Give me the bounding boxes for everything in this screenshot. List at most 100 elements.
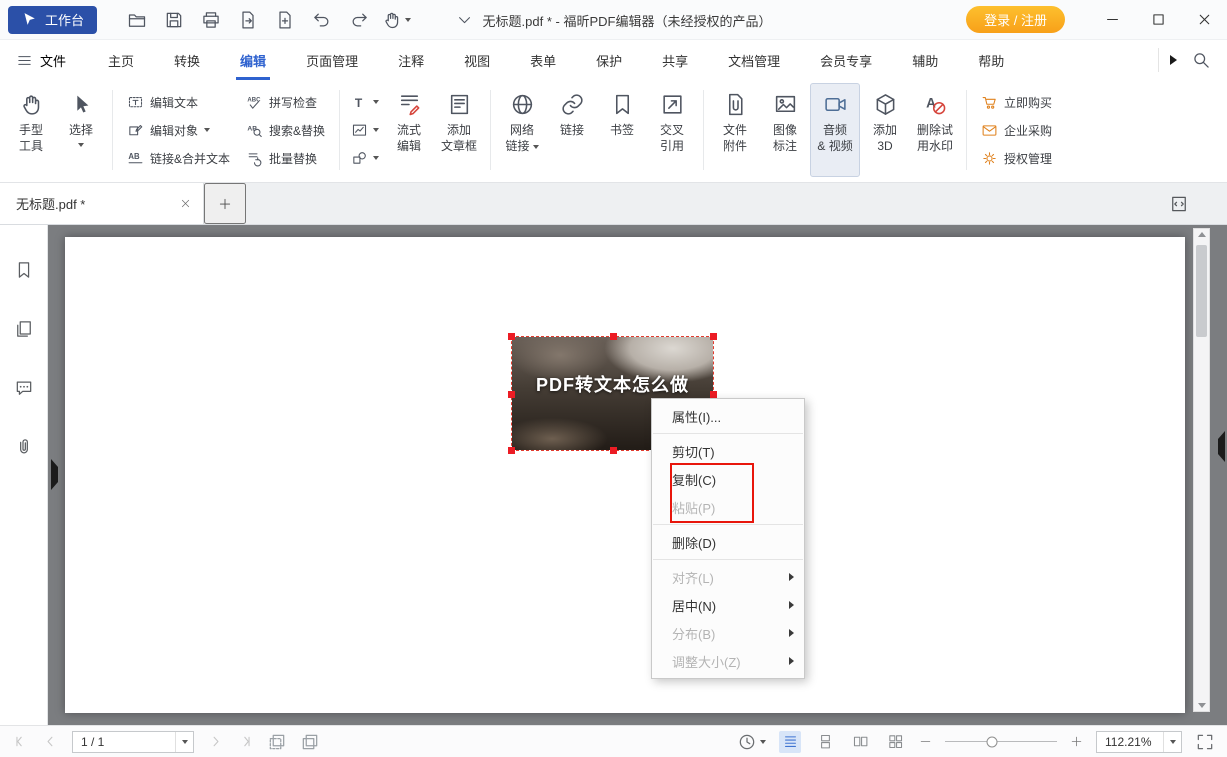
- hand-pan-button[interactable]: [380, 5, 413, 35]
- add-text-tool-button[interactable]: T: [349, 89, 381, 116]
- auto-scroll-button[interactable]: [737, 732, 766, 752]
- tab-accessibility[interactable]: 辅助: [892, 40, 958, 80]
- edit-text-button[interactable]: 编辑文本: [123, 89, 234, 116]
- save-button[interactable]: [158, 5, 190, 35]
- resize-handle-left[interactable]: [508, 391, 515, 398]
- continuous-view-button[interactable]: [779, 731, 801, 753]
- quick-tools-chevron-icon[interactable]: [456, 12, 473, 29]
- tab-member-exclusive[interactable]: 会员专享: [800, 40, 892, 80]
- first-page-button[interactable]: [12, 733, 29, 750]
- search-button[interactable]: [1191, 50, 1211, 70]
- zoom-slider[interactable]: [945, 732, 1057, 752]
- new-tab-button[interactable]: [204, 183, 246, 224]
- print-button[interactable]: [195, 5, 227, 35]
- resize-handle-bottom-left[interactable]: [508, 447, 515, 454]
- scroll-up-button[interactable]: [1194, 232, 1209, 237]
- link-button[interactable]: 链接: [547, 83, 597, 177]
- workbench-button[interactable]: 工作台: [8, 6, 97, 34]
- batch-replace-button[interactable]: 批量替换: [242, 145, 329, 172]
- menu-item-properties[interactable]: 属性(I)...: [652, 402, 804, 430]
- resize-handle-right[interactable]: [710, 391, 717, 398]
- add-article-box-button[interactable]: 添加 文章框: [434, 83, 484, 177]
- tab-form[interactable]: 表单: [510, 40, 576, 80]
- select-tool-button[interactable]: 选择: [56, 83, 106, 177]
- tab-convert[interactable]: 转换: [154, 40, 220, 80]
- web-link-button[interactable]: 网络 链接: [497, 83, 547, 177]
- undo-button[interactable]: [306, 5, 338, 35]
- menu-item-delete[interactable]: 删除(D): [652, 528, 804, 556]
- zoom-slider-track[interactable]: [945, 741, 1057, 742]
- menu-item-resize[interactable]: 调整大小(Z): [652, 647, 804, 675]
- menu-item-align[interactable]: 对齐(L): [652, 563, 804, 591]
- menu-item-center[interactable]: 居中(N): [652, 591, 804, 619]
- attachments-panel-button[interactable]: [11, 434, 37, 460]
- add-chart-tool-button[interactable]: [349, 117, 381, 144]
- menu-item-distribute[interactable]: 分布(B): [652, 619, 804, 647]
- add-3d-button[interactable]: 添加 3D: [860, 83, 910, 177]
- tab-protect[interactable]: 保护: [576, 40, 642, 80]
- zoom-selector-caret[interactable]: [1163, 732, 1181, 752]
- next-page-button[interactable]: [207, 733, 224, 750]
- tab-comment[interactable]: 注释: [378, 40, 444, 80]
- link-merge-text-button[interactable]: AB 链接&合并文本: [123, 145, 234, 172]
- login-register-button[interactable]: 登录 / 注册: [966, 6, 1065, 33]
- zoom-out-button[interactable]: [919, 735, 932, 748]
- vertical-scrollbar[interactable]: [1193, 228, 1210, 712]
- zoom-slider-thumb[interactable]: [987, 736, 998, 747]
- resize-handle-bottom[interactable]: [610, 447, 617, 454]
- document-tab-active[interactable]: 无标题.pdf *: [0, 183, 204, 224]
- spell-check-button[interactable]: ABC 拼写检查: [242, 89, 329, 116]
- tab-view[interactable]: 视图: [444, 40, 510, 80]
- ribbon-expand-control[interactable]: [1158, 48, 1177, 72]
- tab-close-button[interactable]: [180, 198, 191, 209]
- tab-switch-button[interactable]: [1169, 194, 1189, 214]
- resize-handle-top-right[interactable]: [710, 333, 717, 340]
- maximize-button[interactable]: [1135, 0, 1181, 40]
- menu-item-cut[interactable]: 剪切(T): [652, 437, 804, 465]
- image-annotation-button[interactable]: 图像 标注: [760, 83, 810, 177]
- audio-video-button[interactable]: 音频 & 视频: [810, 83, 860, 177]
- file-attachment-button[interactable]: 文件 附件: [710, 83, 760, 177]
- enterprise-purchase-button[interactable]: 企业采购: [977, 117, 1056, 144]
- zoom-in-button[interactable]: [1070, 735, 1083, 748]
- menu-item-paste[interactable]: 粘贴(P): [652, 493, 804, 521]
- bookmark-button[interactable]: 书签: [597, 83, 647, 177]
- add-shape-tool-button[interactable]: [349, 145, 381, 172]
- tab-share[interactable]: 共享: [642, 40, 708, 80]
- menu-item-copy[interactable]: 复制(C): [652, 465, 804, 493]
- bookmarks-panel-button[interactable]: [11, 257, 37, 283]
- fit-screen-button[interactable]: [1195, 732, 1215, 752]
- minimize-button[interactable]: [1089, 0, 1135, 40]
- zoom-level-selector[interactable]: 112.21%: [1096, 731, 1182, 753]
- single-page-view-button[interactable]: [814, 731, 836, 753]
- sidebar-expand-handle[interactable]: [51, 467, 58, 482]
- search-replace-button[interactable]: AB 搜索&替换: [242, 117, 329, 144]
- tab-page-organize[interactable]: 页面管理: [286, 40, 378, 80]
- redo-button[interactable]: [343, 5, 375, 35]
- buy-now-button[interactable]: 立即购买: [977, 89, 1056, 116]
- tab-help[interactable]: 帮助: [958, 40, 1024, 80]
- tab-document-manage[interactable]: 文档管理: [708, 40, 800, 80]
- pdf-page[interactable]: PDF转文本怎么做: [65, 237, 1185, 713]
- quad-view-button[interactable]: [884, 731, 906, 753]
- open-file-button[interactable]: [121, 5, 153, 35]
- scroll-down-button[interactable]: [1194, 703, 1209, 708]
- export-document-button[interactable]: [232, 5, 264, 35]
- last-page-button[interactable]: [237, 733, 254, 750]
- right-panel-expand-handle[interactable]: [1218, 439, 1225, 454]
- hand-tool-button[interactable]: 手型 工具: [6, 83, 56, 177]
- cross-reference-button[interactable]: 交叉 引用: [647, 83, 697, 177]
- pages-panel-button[interactable]: [11, 316, 37, 342]
- clipboard-button[interactable]: [300, 732, 320, 752]
- remove-trial-watermark-button[interactable]: A 删除试 用水印: [910, 83, 960, 177]
- new-document-button[interactable]: [269, 5, 301, 35]
- edit-object-button[interactable]: 编辑对象: [123, 117, 234, 144]
- resize-handle-top-left[interactable]: [508, 333, 515, 340]
- tab-home[interactable]: 主页: [88, 40, 154, 80]
- tab-edit[interactable]: 编辑: [220, 40, 286, 80]
- snapshot-button[interactable]: [267, 732, 287, 752]
- flow-edit-button[interactable]: 流式 编辑: [384, 83, 434, 177]
- scrollbar-thumb[interactable]: [1196, 245, 1207, 337]
- page-selector-caret[interactable]: [175, 732, 193, 752]
- page-number-selector[interactable]: 1 / 1: [72, 731, 194, 753]
